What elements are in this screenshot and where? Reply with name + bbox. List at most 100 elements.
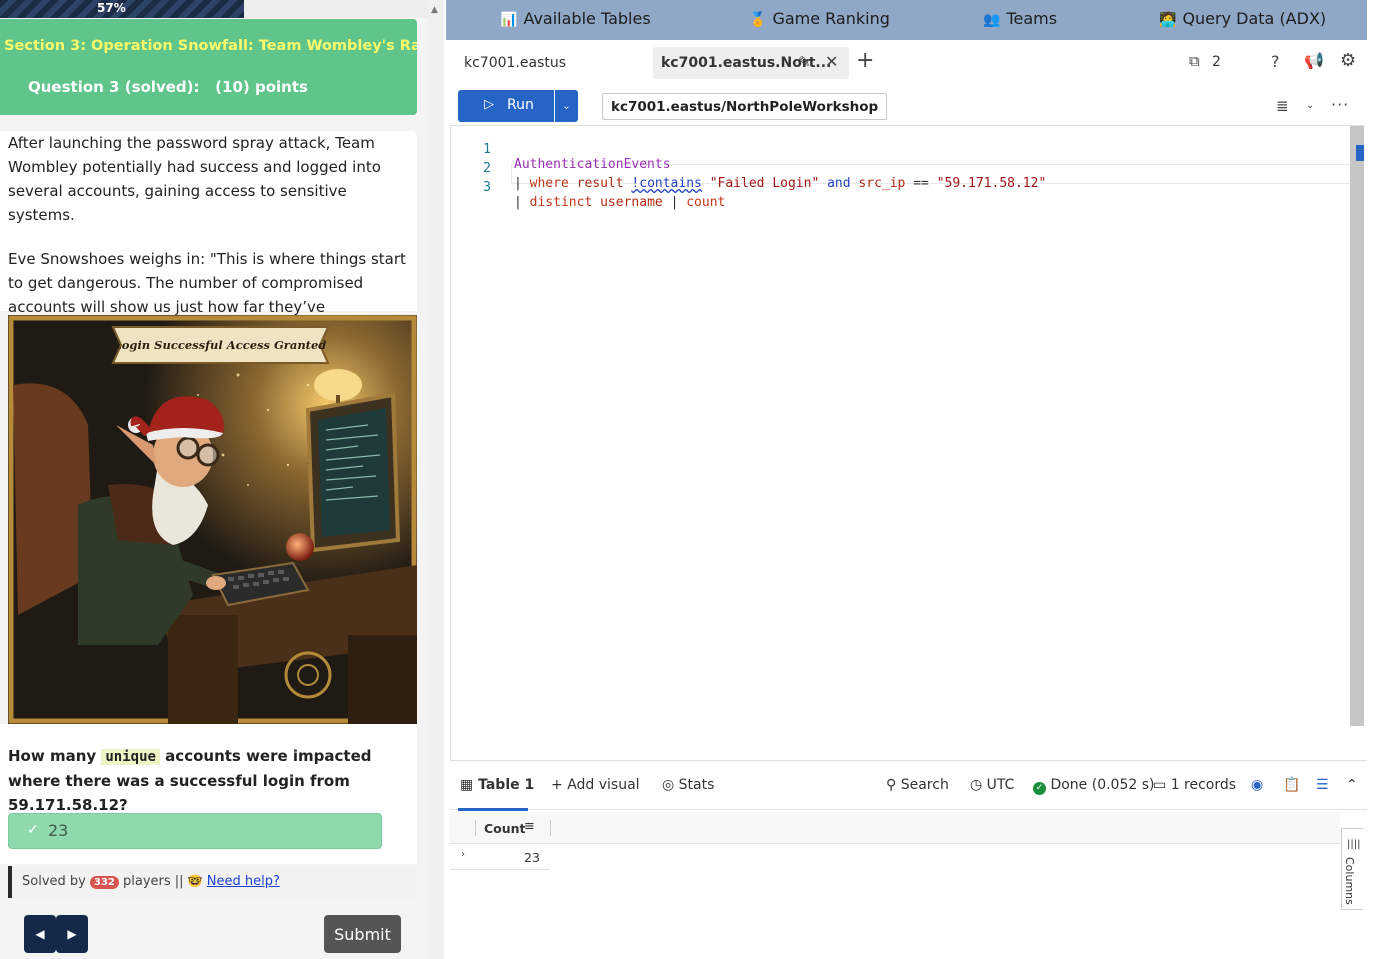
close-icon[interactable]: ✕	[825, 52, 838, 71]
arrow-left-icon: ◀	[35, 927, 45, 941]
grid-header: Count ≡	[450, 812, 1340, 844]
row-expand-icon[interactable]: ›	[461, 849, 465, 860]
query-tabs: kc7001.eastus kc7001.eastus.Nort... ✎ ✕ …	[448, 41, 1367, 85]
results-grid: Count ≡ › 23	[450, 812, 1340, 959]
copy-count: 2	[1212, 54, 1221, 70]
solved-prefix: Solved by	[22, 874, 90, 889]
nav-label: Available Tables	[523, 9, 651, 28]
timezone-button[interactable]: ◷ UTC	[970, 777, 1014, 793]
progress-label: 57%	[97, 1, 126, 15]
submit-button[interactable]: Submit	[324, 915, 401, 953]
story-paragraph: After launching the password spray attac…	[8, 134, 381, 224]
records-icon: ▭	[1153, 777, 1171, 793]
solved-count-badge: 332	[89, 876, 119, 889]
scroll-up-icon[interactable]: ▲	[431, 5, 438, 15]
question-highlight: unique	[101, 749, 160, 765]
stats-icon: ◎	[662, 777, 679, 793]
column-header-count[interactable]: Count	[484, 821, 526, 836]
clipboard-icon[interactable]: 📋	[1283, 777, 1300, 793]
left-panel-scrollbar[interactable]: ▲	[428, 0, 444, 959]
answer-input[interactable]: ✓ 23	[8, 813, 382, 849]
column-divider[interactable]	[550, 820, 551, 836]
question-text-part: How many	[8, 747, 102, 765]
format-query-icon[interactable]: ≣	[1276, 97, 1289, 115]
editor-scrollbar[interactable]	[1350, 126, 1364, 726]
gear-icon[interactable]: ⚙	[1340, 50, 1356, 71]
code-line-1: 1 AuthenticationEvents	[451, 127, 1351, 172]
need-help-link[interactable]: Need help?	[207, 874, 280, 889]
play-icon: ▷	[484, 97, 494, 112]
medal-icon: 🏅	[749, 12, 767, 28]
run-label: Run	[507, 97, 534, 113]
code-line-3: 3 | distinct username | count	[451, 165, 1351, 210]
section-header: Section 3: Operation Snowfall: Team Womb…	[0, 19, 417, 115]
copy-icon[interactable]: ⧉	[1189, 52, 1200, 70]
chart-icon: 📊	[500, 12, 518, 28]
elf-hacker-illustration: Login Successful Access Granted	[8, 315, 417, 724]
help-icon[interactable]: ?	[1271, 52, 1280, 71]
tab-active-query[interactable]: kc7001.eastus.Nort... ✎ ✕	[653, 47, 849, 79]
active-tab-underline	[458, 808, 528, 811]
column-divider	[475, 820, 476, 836]
nav-label: Teams	[1006, 9, 1058, 28]
row-separator	[450, 869, 550, 870]
code-line-2: 2 | where result !contains "Failed Login…	[451, 146, 1351, 191]
stats-button[interactable]: ◎ Stats	[662, 777, 714, 793]
query-editor[interactable]: 1 AuthenticationEvents 2 | where result …	[450, 125, 1364, 760]
challenge-panel: 57% Section 3: Operation Snowfall: Team …	[0, 0, 428, 959]
adx-panel: 📊 Available Tables 🏅 Game Ranking 👥 Teams 🧑…	[446, 0, 1375, 959]
database-context[interactable]: kc7001.eastus/NorthPoleWorkshop	[602, 93, 888, 120]
done-check-icon: ✓	[1033, 782, 1046, 795]
columns-side-panel[interactable]: |||| Columns	[1341, 828, 1363, 910]
pencil-icon[interactable]: ✎	[798, 53, 811, 71]
clock-icon: ◷	[970, 777, 987, 793]
previous-question-button[interactable]: ◀	[24, 915, 56, 953]
table-icon: ▦	[460, 777, 479, 793]
column-menu-icon[interactable]: ≡	[524, 819, 535, 834]
top-navigation: 📊 Available Tables 🏅 Game Ranking 👥 Teams 🧑…	[446, 0, 1367, 40]
section-title: Section 3: Operation Snowfall: Team Womb…	[4, 38, 417, 54]
chevron-down-icon[interactable]: ⌄	[1306, 100, 1314, 111]
checkmark-icon: ✓	[27, 822, 39, 838]
add-visual-button[interactable]: + Add visual	[551, 777, 640, 793]
story-text: After launching the password spray attac…	[0, 131, 417, 340]
arrow-right-icon: ▶	[67, 927, 77, 941]
line-number: 3	[483, 180, 491, 195]
chevron-down-icon: ⌄	[562, 100, 571, 112]
answer-value: 23	[48, 821, 69, 840]
solved-info: Solved by 332 players || 🤓 Need help?	[8, 866, 417, 898]
query-status: ✓ Done (0.052 s)	[1033, 777, 1154, 795]
question-status: Question 3 (solved): (10) points	[28, 78, 308, 96]
technologist-icon: 🧑‍💻	[1159, 12, 1177, 28]
collapse-icon[interactable]: ⌃	[1346, 777, 1358, 793]
people-icon: 👥	[983, 12, 1001, 28]
nav-label: Game Ranking	[772, 9, 890, 28]
search-icon: ⚲	[886, 777, 901, 793]
nav-game-ranking[interactable]: 🏅 Game Ranking	[749, 9, 890, 28]
plus-icon: +	[551, 777, 568, 793]
run-options-dropdown[interactable]: ⌄	[555, 90, 578, 122]
record-count: ▭ 1 records	[1153, 777, 1237, 793]
editor-scroll-marker	[1356, 145, 1364, 161]
table-cell[interactable]: 23	[524, 850, 540, 865]
run-button[interactable]: ▷ Run	[458, 90, 554, 122]
add-tab-icon[interactable]: +	[856, 48, 874, 73]
nav-teams[interactable]: 👥 Teams	[983, 9, 1057, 28]
nerd-face-icon: 🤓	[187, 874, 203, 888]
nav-label: Query Data (ADX)	[1182, 9, 1327, 28]
eye-icon[interactable]: ◉	[1251, 777, 1263, 793]
columns-label: Columns	[1343, 857, 1356, 905]
solved-middle: players ||	[118, 874, 188, 889]
next-question-button[interactable]: ▶	[56, 915, 88, 953]
tab-cluster[interactable]: kc7001.eastus	[464, 55, 566, 71]
nav-query-data[interactable]: 🧑‍💻 Query Data (ADX)	[1159, 9, 1326, 28]
illustration-banner-text: Login Successful Access Granted	[113, 338, 327, 352]
layout-icon[interactable]: ☰	[1316, 777, 1329, 793]
more-options-icon[interactable]: ···	[1331, 95, 1349, 114]
progress-bar: 57%	[0, 0, 428, 18]
megaphone-icon[interactable]: 📢	[1304, 51, 1324, 70]
search-button[interactable]: ⚲ Search	[886, 777, 949, 793]
nav-available-tables[interactable]: 📊 Available Tables	[500, 9, 651, 28]
results-toolbar: ▦ Table 1 + Add visual ◎ Stats ⚲ Search …	[450, 760, 1367, 811]
tab-table-1[interactable]: ▦ Table 1	[460, 777, 534, 793]
